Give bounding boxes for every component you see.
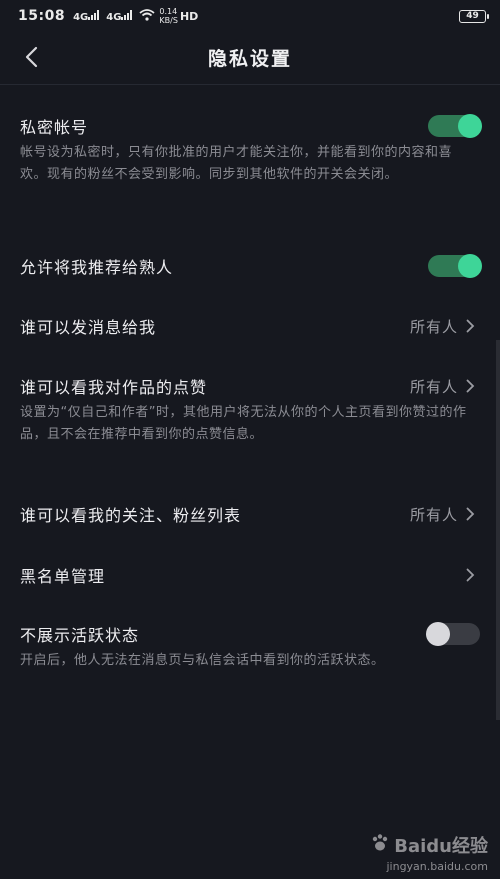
setting-title: 黑名单管理 (20, 567, 106, 586)
battery-icon: 49 (459, 9, 489, 23)
toggle-knob (458, 254, 482, 278)
paw-icon (370, 833, 390, 858)
setting-private-account: 私密帐号 帐号设为私密时，只有你批准的用户才能关注你，并能看到你的内容和喜欢。现… (0, 112, 500, 186)
watermark: Baidu经验 jingyan.baidu.com (370, 832, 488, 873)
setting-who-can-see-likes[interactable]: 谁可以看我对作品的点赞 所有人 设置为“仅自己和作者”时，其他用户将无法从你的个… (0, 372, 500, 446)
chevron-right-icon (466, 319, 480, 333)
setting-title: 谁可以看我对作品的点赞 (20, 378, 208, 397)
watermark-brand: Baidu经验 (370, 832, 488, 858)
back-icon[interactable] (16, 42, 46, 72)
toggle-knob (426, 622, 450, 646)
chevron-right-icon (466, 379, 480, 393)
private-account-toggle[interactable] (428, 114, 482, 138)
scrollbar[interactable] (496, 340, 500, 720)
watermark-url: jingyan.baidu.com (386, 860, 488, 873)
toggle-knob (458, 114, 482, 138)
status-time: 15:08 (18, 8, 66, 24)
setting-blacklist[interactable]: 黑名单管理 (0, 561, 500, 589)
setting-recommend-to-acquaintances: 允许将我推荐给熟人 (0, 252, 500, 280)
wifi-icon (139, 8, 156, 24)
setting-title: 私密帐号 (20, 118, 89, 137)
setting-value: 所有人 (409, 377, 458, 396)
nav-divider (0, 84, 500, 85)
setting-value: 所有人 (409, 317, 458, 336)
nav-bar: 隐私设置 (0, 34, 500, 80)
setting-hide-active-status: 不展示活跃状态 开启后，他人无法在消息页与私信会话中看到你的活跃状态。 (0, 620, 500, 672)
setting-who-can-see-follow-list[interactable]: 谁可以看我的关注、粉丝列表 所有人 (0, 500, 500, 528)
hide-active-status-toggle[interactable] (426, 622, 480, 646)
setting-description: 开启后，他人无法在消息页与私信会话中看到你的活跃状态。 (20, 653, 385, 668)
signal-indicators: 4G 4G (73, 8, 156, 24)
chevron-right-icon (466, 568, 480, 582)
hd-badge: HD (179, 9, 199, 23)
page-title: 隐私设置 (207, 47, 292, 70)
setting-title: 不展示活跃状态 (20, 626, 140, 645)
signal-icon-2: 4G (106, 9, 133, 23)
status-bar: 15:08 4G 4G 0.14 KB/S HD 49 (0, 0, 500, 32)
setting-title: 允许将我推荐给熟人 (20, 258, 174, 277)
signal-icon-1: 4G (73, 9, 100, 23)
setting-description: 设置为“仅自己和作者”时，其他用户将无法从你的个人主页看到你赞过的作品，且不会在… (20, 405, 467, 442)
setting-description: 帐号设为私密时，只有你批准的用户才能关注你，并能看到你的内容和喜欢。现有的粉丝不… (20, 145, 453, 182)
setting-title: 谁可以发消息给我 (20, 318, 157, 337)
recommend-toggle[interactable] (428, 254, 482, 278)
setting-title: 谁可以看我的关注、粉丝列表 (20, 506, 242, 525)
chevron-right-icon (466, 507, 480, 521)
setting-who-can-message[interactable]: 谁可以发消息给我 所有人 (0, 312, 500, 340)
setting-value: 所有人 (409, 505, 458, 524)
network-speed: 0.14 KB/S (159, 7, 178, 25)
